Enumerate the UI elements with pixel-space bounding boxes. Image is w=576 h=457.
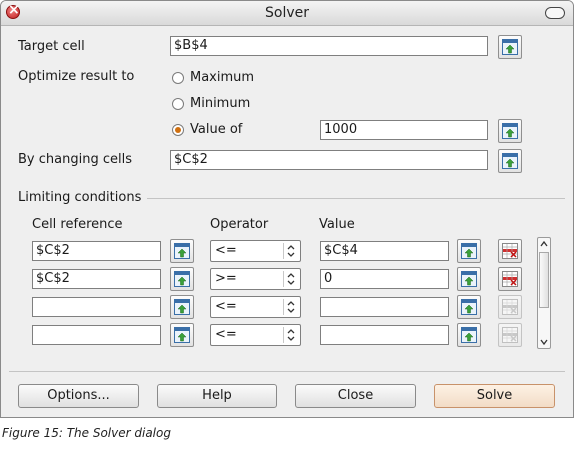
maximize-icon[interactable] bbox=[545, 7, 565, 19]
remove-condition-button[interactable] bbox=[498, 323, 522, 347]
cell-reference-header: Cell reference bbox=[32, 217, 123, 232]
shrink-icon bbox=[174, 327, 190, 343]
help-button[interactable]: Help bbox=[157, 384, 277, 408]
title-bar: Solver bbox=[1, 1, 573, 26]
optimize-label: Optimize result to bbox=[18, 69, 135, 84]
operator-value: >= bbox=[215, 271, 237, 286]
changing-cells-label: By changing cells bbox=[18, 152, 132, 167]
target-cell-label: Target cell bbox=[18, 39, 85, 54]
spin-icon[interactable] bbox=[283, 243, 298, 259]
value-of-field[interactable]: 1000 bbox=[320, 120, 488, 140]
maximum-label: Maximum bbox=[190, 70, 255, 85]
remove-condition-button[interactable] bbox=[498, 239, 522, 263]
condition-cell-shrink-button[interactable] bbox=[170, 323, 194, 347]
delete-row-icon bbox=[502, 327, 518, 343]
value-of-label: Value of bbox=[190, 122, 243, 137]
condition-cell-field[interactable]: $C$2 bbox=[32, 269, 161, 289]
operator-select[interactable]: <= bbox=[210, 324, 301, 346]
scroll-thumb[interactable] bbox=[539, 252, 549, 308]
operator-value: <= bbox=[215, 243, 237, 258]
condition-cell-shrink-button[interactable] bbox=[170, 267, 194, 291]
minimum-radio[interactable] bbox=[172, 98, 184, 110]
shrink-icon bbox=[461, 243, 477, 259]
close-button[interactable]: Close bbox=[295, 384, 416, 408]
delete-row-icon bbox=[502, 299, 518, 315]
condition-value-field[interactable]: 0 bbox=[320, 269, 449, 289]
limiting-conditions-title: Limiting conditions bbox=[18, 190, 142, 205]
delete-row-icon bbox=[502, 271, 518, 287]
condition-cell-shrink-button[interactable] bbox=[170, 239, 194, 263]
value-of-shrink-button[interactable] bbox=[498, 119, 522, 143]
operator-value: <= bbox=[215, 327, 237, 342]
solve-button[interactable]: Solve bbox=[434, 384, 555, 408]
spin-icon[interactable] bbox=[283, 299, 298, 315]
condition-value-field[interactable] bbox=[320, 325, 449, 345]
remove-condition-button[interactable] bbox=[498, 295, 522, 319]
condition-cell-field[interactable] bbox=[32, 297, 161, 317]
value-header: Value bbox=[319, 217, 355, 232]
condition-cell-shrink-button[interactable] bbox=[170, 295, 194, 319]
condition-value-field[interactable] bbox=[320, 297, 449, 317]
operator-select[interactable]: >= bbox=[210, 268, 301, 290]
window-title: Solver bbox=[265, 5, 309, 21]
shrink-icon bbox=[461, 271, 477, 287]
condition-value-shrink-button[interactable] bbox=[457, 295, 481, 319]
operator-select[interactable]: <= bbox=[210, 240, 301, 262]
condition-cell-field[interactable]: $C$2 bbox=[32, 241, 161, 261]
delete-row-icon bbox=[502, 243, 518, 259]
condition-value-shrink-button[interactable] bbox=[457, 323, 481, 347]
shrink-icon bbox=[461, 299, 477, 315]
operator-select[interactable]: <= bbox=[210, 296, 301, 318]
remove-condition-button[interactable] bbox=[498, 267, 522, 291]
condition-value-shrink-button[interactable] bbox=[457, 267, 481, 291]
operator-header: Operator bbox=[210, 217, 269, 232]
section-divider bbox=[147, 198, 565, 199]
spin-icon[interactable] bbox=[283, 327, 298, 343]
condition-cell-field[interactable] bbox=[32, 325, 161, 345]
scroll-down-icon bbox=[540, 339, 548, 346]
options-button[interactable]: Options... bbox=[18, 384, 139, 408]
condition-value-field[interactable]: $C$4 bbox=[320, 241, 449, 261]
shrink-icon bbox=[174, 271, 190, 287]
value-of-radio[interactable] bbox=[172, 124, 184, 136]
shrink-icon bbox=[502, 39, 518, 55]
condition-value-shrink-button[interactable] bbox=[457, 239, 481, 263]
scroll-up-icon bbox=[540, 240, 548, 247]
shrink-icon bbox=[461, 327, 477, 343]
target-cell-shrink-button[interactable] bbox=[498, 35, 522, 59]
conditions-scrollbar[interactable] bbox=[537, 237, 551, 349]
solver-dialog: Solver Target cell $B$4 Optimize result … bbox=[0, 0, 574, 418]
changing-cells-field[interactable]: $C$2 bbox=[170, 150, 488, 170]
operator-value: <= bbox=[215, 299, 237, 314]
shrink-icon bbox=[174, 299, 190, 315]
shrink-icon bbox=[502, 123, 518, 139]
shrink-icon bbox=[502, 153, 518, 169]
minimum-label: Minimum bbox=[190, 96, 251, 111]
changing-cells-shrink-button[interactable] bbox=[498, 149, 522, 173]
maximum-radio[interactable] bbox=[172, 72, 184, 84]
spin-icon[interactable] bbox=[283, 271, 298, 287]
shrink-icon bbox=[174, 243, 190, 259]
figure-caption: Figure 15: The Solver dialog bbox=[2, 426, 171, 440]
target-cell-field[interactable]: $B$4 bbox=[170, 36, 488, 56]
